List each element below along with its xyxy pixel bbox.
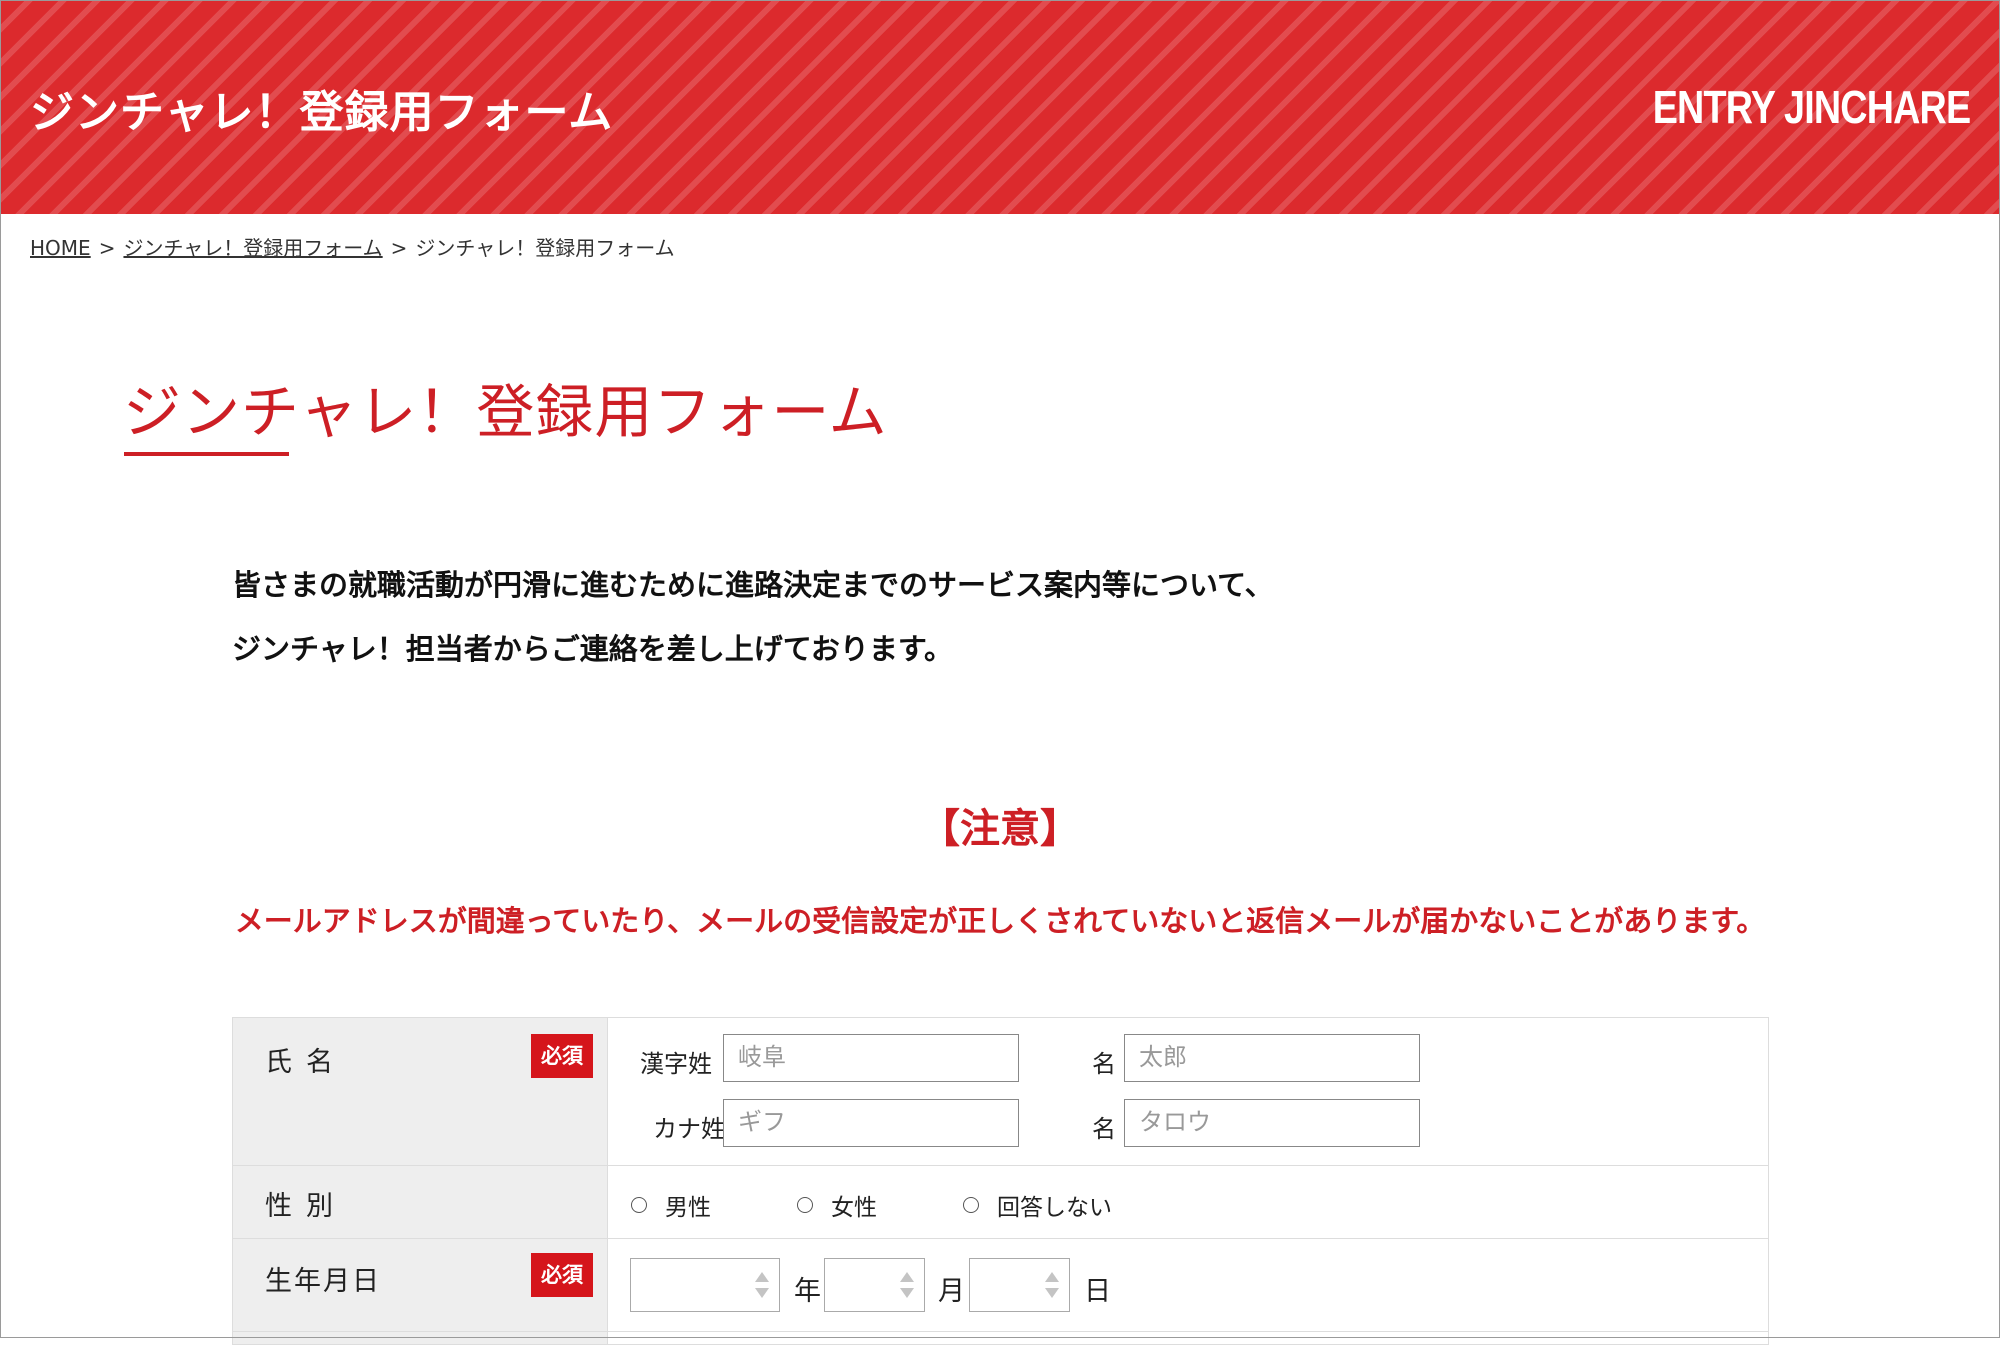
required-badge: 必須 — [531, 1034, 593, 1078]
birthdate-fields: 年 月 日 — [608, 1239, 1768, 1331]
birth-year-select[interactable] — [630, 1258, 780, 1312]
form-label-cell: 性別 — [233, 1166, 608, 1238]
page-title: ジンチャレ！登録用フォーム — [123, 378, 888, 446]
breadcrumb-home-link[interactable]: HOME — [30, 236, 91, 260]
radio-button-icon[interactable] — [797, 1197, 813, 1213]
gender-option-no-answer[interactable]: 回答しない — [963, 1188, 1112, 1222]
form-row-birthdate: 生年月日 必須 年 月 日 — [233, 1239, 1768, 1332]
title-underline — [124, 452, 289, 456]
notice-text: メールアドレスが間違っていたり、メールの受信設定が正しくされていないと返信メール… — [234, 904, 1766, 938]
form-label-cell: 生年月日 必須 — [233, 1239, 608, 1331]
kanji-last-name-label: 漢字姓 — [640, 1050, 712, 1078]
kana-last-name-label: カナ姓 — [653, 1115, 725, 1143]
kanji-last-name-input[interactable]: 岐阜 — [723, 1034, 1019, 1082]
form-row-name: 氏名 必須 漢字姓 岐阜 名 太郎 カナ姓 ギフ 名 タロウ — [233, 1018, 1768, 1166]
kana-first-name-input[interactable]: タロウ — [1124, 1099, 1420, 1147]
breadcrumb-form-link[interactable]: ジンチャレ！登録用フォーム — [123, 236, 382, 260]
notice-heading: 【注意】 — [920, 806, 1080, 852]
gender-option-female[interactable]: 女性 — [797, 1188, 877, 1222]
form-label-cell — [233, 1332, 608, 1344]
gender-option-male[interactable]: 男性 — [631, 1188, 711, 1222]
form-row-next — [233, 1332, 1768, 1345]
breadcrumb: HOME > ジンチャレ！登録用フォーム > ジンチャレ！登録用フォーム — [30, 232, 675, 261]
month-unit-label: 月 — [938, 1276, 965, 1307]
radio-button-icon[interactable] — [631, 1197, 647, 1213]
spinner-arrows-icon[interactable] — [900, 1272, 914, 1298]
form-field-cell — [608, 1332, 1768, 1344]
form-row-gender: 性別 男性 女性 回答しない — [233, 1166, 1768, 1239]
breadcrumb-separator: > — [98, 236, 116, 260]
intro-line-2: ジンチャレ！担当者からご連絡を差し上げております。 — [232, 632, 953, 666]
gender-options: 男性 女性 回答しない — [608, 1166, 1768, 1238]
form-label-cell: 氏名 必須 — [233, 1018, 608, 1165]
kana-last-name-input[interactable]: ギフ — [723, 1099, 1019, 1147]
year-unit-label: 年 — [794, 1276, 821, 1307]
spinner-arrows-icon[interactable] — [755, 1272, 769, 1298]
gender-option-label: 回答しない — [997, 1195, 1112, 1221]
intro-line-1: 皆さまの就職活動が円滑に進むために進路決定までのサービス案内等について、 — [232, 568, 1274, 602]
intro-text: 皆さまの就職活動が円滑に進むために進路決定までのサービス案内等について、 ジンチ… — [232, 553, 1274, 681]
kanji-first-name-input[interactable]: 太郎 — [1124, 1034, 1420, 1082]
breadcrumb-separator: > — [390, 236, 408, 260]
breadcrumb-current: ジンチャレ！登録用フォーム — [415, 236, 675, 260]
gender-option-label: 男性 — [665, 1195, 711, 1221]
gender-option-label: 女性 — [831, 1195, 877, 1221]
kana-first-name-label: 名 — [1092, 1115, 1116, 1143]
site-english-title: ENTRY JINCHARE — [1652, 81, 1970, 133]
day-unit-label: 日 — [1084, 1276, 1111, 1307]
site-title[interactable]: ジンチャレ！登録用フォーム — [30, 76, 613, 140]
registration-form: 氏名 必須 漢字姓 岐阜 名 太郎 カナ姓 ギフ 名 タロウ 性別 男性 女性 — [232, 1017, 1769, 1345]
name-label: 氏名 — [265, 1047, 347, 1078]
spinner-arrows-icon[interactable] — [1045, 1272, 1059, 1298]
name-fields: 漢字姓 岐阜 名 太郎 カナ姓 ギフ 名 タロウ — [608, 1018, 1768, 1165]
gender-label: 性別 — [265, 1191, 347, 1222]
birthdate-label: 生年月日 — [265, 1266, 381, 1297]
radio-button-icon[interactable] — [963, 1197, 979, 1213]
site-header: ジンチャレ！登録用フォーム ENTRY JINCHARE — [0, 0, 2000, 214]
birth-month-select[interactable] — [824, 1258, 925, 1312]
birth-day-select[interactable] — [969, 1258, 1070, 1312]
required-badge: 必須 — [531, 1253, 593, 1297]
kanji-first-name-label: 名 — [1092, 1050, 1116, 1078]
